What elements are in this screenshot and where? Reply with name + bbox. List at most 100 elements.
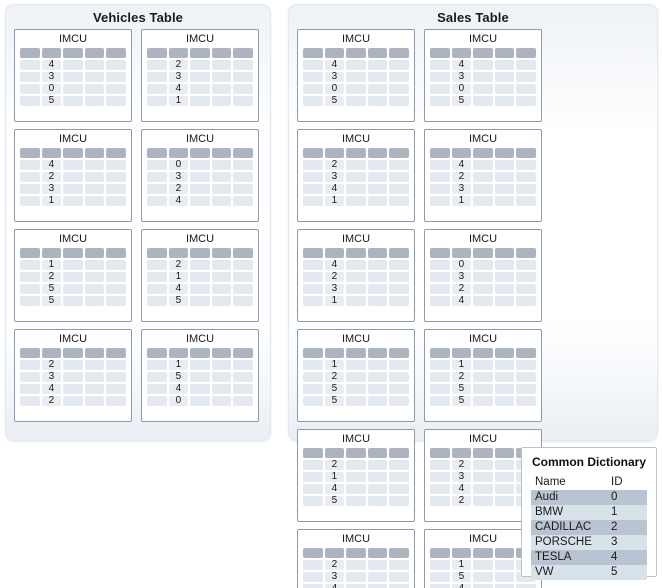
imcu-empty-cell: [516, 72, 536, 82]
imcu-header-cell: [63, 48, 83, 58]
imcu-empty-cell: [346, 572, 366, 582]
imcu-empty-cell: [63, 72, 83, 82]
imcu-header-row: [147, 148, 253, 158]
imcu-empty-cell: [147, 372, 167, 382]
imcu-empty-cell: [233, 296, 253, 306]
imcu-empty-cell: [303, 460, 323, 470]
imcu-cell-matrix: 1540: [147, 348, 253, 406]
imcu-data-row: 3: [20, 372, 126, 382]
imcu-empty-cell: [494, 472, 515, 482]
imcu-value-cell: 1: [451, 196, 472, 206]
imcu-header-cell: [84, 248, 105, 258]
imcu-value-cell: 1: [324, 472, 345, 482]
imcu-value-cell: 3: [41, 184, 62, 194]
imcu-empty-cell: [303, 360, 323, 370]
imcu-cell-matrix: 4 3 0 5: [303, 48, 409, 106]
imcu-header-cell: [168, 348, 189, 358]
imcu-data-row: 1: [303, 472, 409, 482]
imcu-empty-cell: [367, 96, 388, 106]
imcu-label: IMCU: [185, 33, 215, 45]
imcu-empty-cell: [430, 572, 450, 582]
imcu-header-row: [20, 348, 126, 358]
imcu-empty-cell: [84, 72, 105, 82]
imcu-empty-cell: [367, 160, 388, 170]
imcu-empty-cell: [430, 172, 450, 182]
imcu-value-cell: 2: [168, 60, 189, 70]
imcu-cell-matrix: 1 2 5 5: [20, 248, 126, 306]
imcu-header-cell: [451, 148, 472, 158]
imcu-data-row: 4: [303, 584, 409, 588]
imcu-empty-cell: [346, 196, 366, 206]
imcu-empty-cell: [106, 96, 126, 106]
imcu-empty-cell: [367, 460, 388, 470]
imcu-empty-cell: [84, 296, 105, 306]
imcu-empty-cell: [303, 384, 323, 394]
imcu-header-cell: [106, 348, 126, 358]
imcu-empty-cell: [367, 72, 388, 82]
imcu-header-cell: [430, 148, 450, 158]
imcu-box: IMCU 1540: [141, 329, 259, 422]
imcu-empty-cell: [346, 84, 366, 94]
imcu-empty-cell: [211, 260, 232, 270]
imcu-header-cell: [430, 348, 450, 358]
imcu-data-row: 3: [303, 572, 409, 582]
imcu-data-row: 1: [303, 296, 409, 306]
imcu-empty-cell: [106, 160, 126, 170]
imcu-data-row: 2: [430, 372, 536, 382]
imcu-header-row: [147, 248, 253, 258]
imcu-empty-cell: [473, 384, 493, 394]
imcu-empty-cell: [106, 360, 126, 370]
imcu-value-cell: 3: [451, 72, 472, 82]
imcu-empty-cell: [63, 60, 83, 70]
imcu-empty-cell: [430, 84, 450, 94]
imcu-header-cell: [430, 248, 450, 258]
imcu-empty-cell: [473, 84, 493, 94]
imcu-empty-cell: [494, 72, 515, 82]
imcu-empty-cell: [473, 360, 493, 370]
imcu-data-row: 2: [20, 360, 126, 370]
imcu-header-cell: [41, 48, 62, 58]
imcu-empty-cell: [147, 84, 167, 94]
imcu-box: IMCU 4 2 3 1: [424, 129, 542, 222]
imcu-header-cell: [303, 348, 323, 358]
imcu-empty-cell: [389, 484, 409, 494]
imcu-header-cell: [451, 48, 472, 58]
imcu-empty-cell: [389, 460, 409, 470]
imcu-empty-cell: [20, 396, 40, 406]
imcu-empty-cell: [106, 296, 126, 306]
imcu-empty-cell: [430, 396, 450, 406]
imcu-empty-cell: [367, 384, 388, 394]
imcu-data-row: 4: [430, 160, 536, 170]
imcu-empty-cell: [389, 172, 409, 182]
imcu-empty-cell: [494, 296, 515, 306]
imcu-header-cell: [494, 248, 515, 258]
imcu-empty-cell: [346, 396, 366, 406]
imcu-empty-cell: [430, 272, 450, 282]
imcu-empty-cell: [211, 272, 232, 282]
imcu-value-cell: 2: [324, 272, 345, 282]
imcu-header-row: [303, 548, 409, 558]
imcu-empty-cell: [147, 360, 167, 370]
imcu-header-cell: [20, 48, 40, 58]
imcu-value-cell: 1: [451, 360, 472, 370]
imcu-empty-cell: [211, 196, 232, 206]
imcu-label: IMCU: [185, 333, 215, 345]
imcu-header-cell: [324, 248, 345, 258]
imcu-empty-cell: [516, 584, 536, 588]
imcu-box: IMCU 2 3 4 1: [141, 29, 259, 122]
imcu-data-row: 2: [147, 184, 253, 194]
imcu-empty-cell: [20, 384, 40, 394]
imcu-empty-cell: [63, 284, 83, 294]
dictionary-header-id: ID: [601, 476, 647, 490]
imcu-data-row: 1: [20, 260, 126, 270]
imcu-header-cell: [106, 148, 126, 158]
imcu-empty-cell: [389, 160, 409, 170]
imcu-header-row: [20, 148, 126, 158]
imcu-value-cell: 3: [324, 572, 345, 582]
imcu-empty-cell: [190, 284, 210, 294]
imcu-empty-cell: [211, 296, 232, 306]
imcu-empty-cell: [233, 384, 253, 394]
imcu-empty-cell: [516, 184, 536, 194]
imcu-data-row: 1: [20, 196, 126, 206]
imcu-empty-cell: [303, 160, 323, 170]
